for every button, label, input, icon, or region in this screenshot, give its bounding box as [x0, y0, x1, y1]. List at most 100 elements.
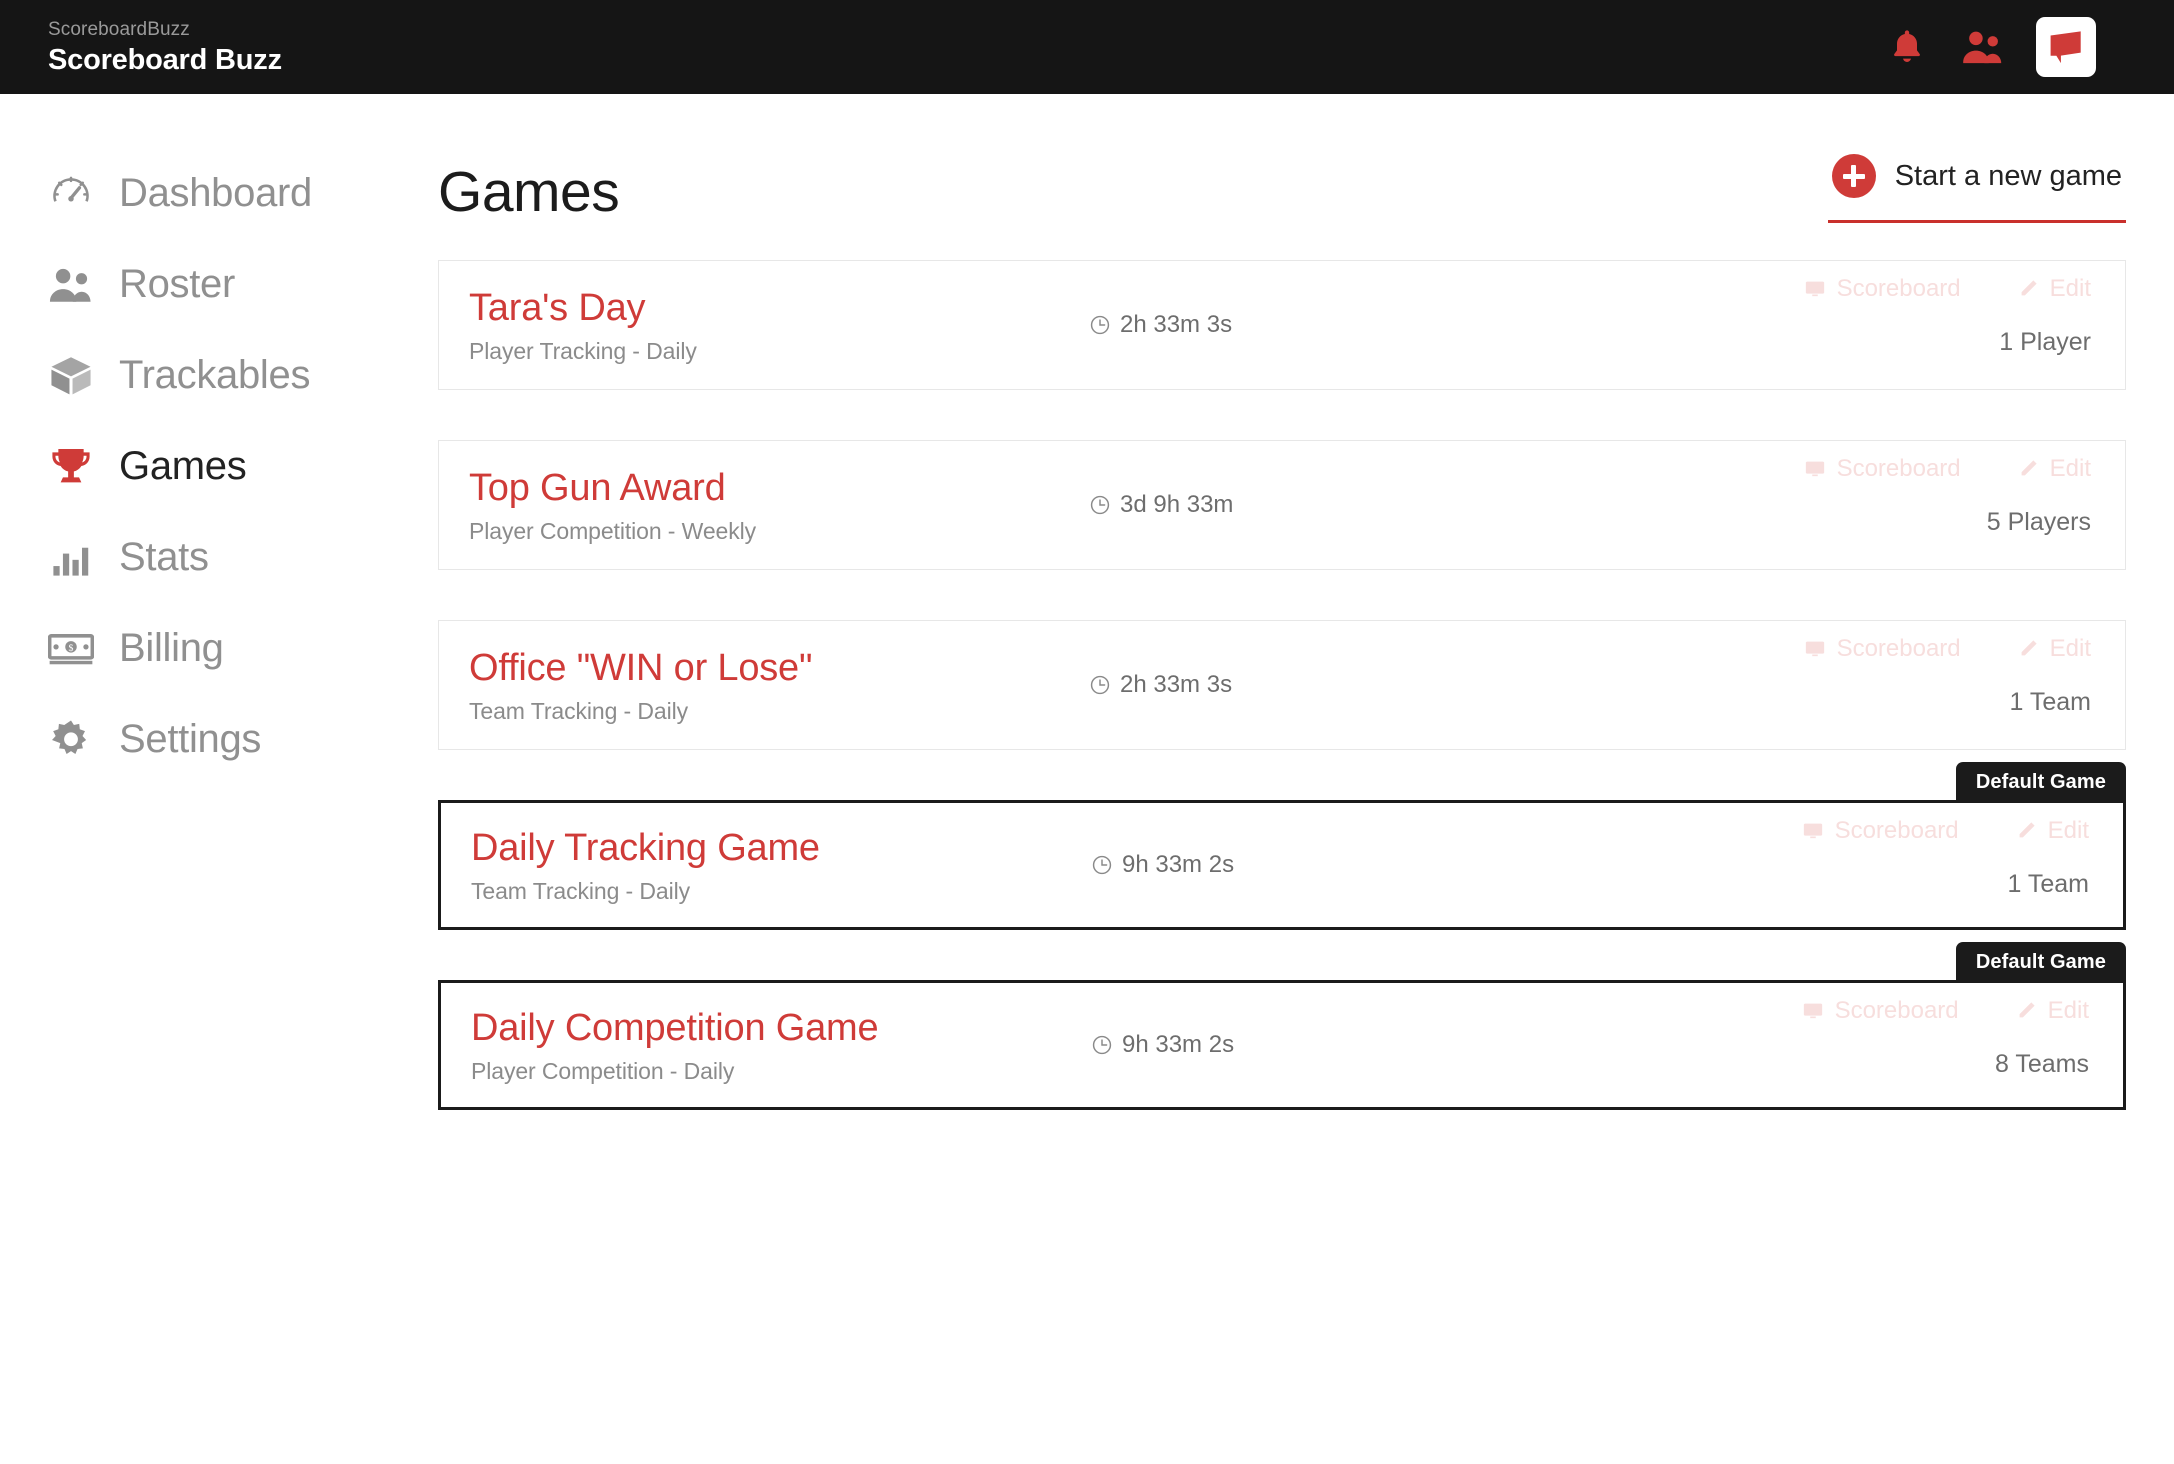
- pencil-icon: [2021, 640, 2037, 656]
- edit-button[interactable]: Edit: [2017, 455, 2091, 483]
- game-duration-text: 2h 33m 3s: [1120, 671, 1233, 698]
- top-bar: ScoreboardBuzz Scoreboard Buzz: [0, 0, 2174, 94]
- sidebar-item-billing[interactable]: $ Billing: [48, 603, 438, 694]
- game-subtitle: Player Tracking - Daily: [469, 337, 697, 364]
- game-name-link[interactable]: Tara's Day: [469, 285, 1089, 331]
- app-logo-icon[interactable]: [2036, 17, 2096, 77]
- game-name-link[interactable]: Top Gun Award: [469, 465, 1089, 511]
- game-duration: 2h 33m 3s: [1089, 261, 1419, 389]
- sidebar-item-label: Billing: [119, 626, 224, 670]
- bar-chart-icon: [48, 535, 94, 581]
- game-card-actions-area: Scoreboard Edit 1 Team: [1419, 621, 2091, 749]
- scoreboard-label: Scoreboard: [1834, 997, 1959, 1024]
- edit-button[interactable]: Edit: [2017, 275, 2091, 303]
- edit-label: Edit: [2049, 455, 2091, 482]
- game-participant-count: 1 Team: [2007, 870, 2089, 898]
- game-card-actions-area: Scoreboard Edit 8 Teams: [1421, 983, 2089, 1107]
- game-participant-count: 1 Player: [1999, 328, 2091, 356]
- edit-label: Edit: [2049, 275, 2091, 302]
- page-layout: Dashboard Roster Trackables Games Stats …: [0, 94, 2174, 1464]
- start-new-game-button[interactable]: Start a new game: [1827, 148, 2126, 223]
- game-name-link[interactable]: Office "WIN or Lose": [469, 645, 1089, 691]
- scoreboard-button[interactable]: Scoreboard: [1804, 635, 1961, 663]
- game-name-link[interactable]: Daily Tracking Game: [471, 825, 1091, 871]
- game-participant-count: 5 Players: [1986, 508, 2091, 536]
- scoreboard-label: Scoreboard: [1836, 635, 1961, 662]
- trophy-icon: [48, 444, 94, 490]
- games-list: Tara's Day Player Tracking - Daily 2h 33…: [438, 254, 2126, 1110]
- monitor-icon: [1805, 281, 1824, 297]
- brand-subtitle: ScoreboardBuzz: [48, 18, 190, 40]
- box-icon: [48, 353, 94, 399]
- bell-icon[interactable]: [1884, 24, 1930, 70]
- game-card[interactable]: Daily Competition Game Player Competitio…: [438, 980, 2126, 1110]
- sidebar-item-label: Stats: [119, 535, 209, 579]
- game-row-wrapper: Tara's Day Player Tracking - Daily 2h 33…: [438, 260, 2126, 390]
- game-card-info: Tara's Day Player Tracking - Daily: [469, 261, 1089, 389]
- game-card-actions: Scoreboard Edit: [1802, 993, 2089, 1029]
- edit-label: Edit: [2047, 997, 2089, 1024]
- edit-label: Edit: [2047, 817, 2089, 844]
- edit-label: Edit: [2049, 635, 2091, 662]
- game-card-actions: Scoreboard Edit: [1802, 813, 2089, 849]
- monitor-icon: [1805, 461, 1824, 477]
- sidebar-item-settings[interactable]: Settings: [48, 694, 438, 785]
- game-card-info: Office "WIN or Lose" Team Tracking - Dai…: [469, 621, 1089, 749]
- game-card-actions-area: Scoreboard Edit 1 Player: [1419, 261, 2091, 389]
- game-card-info: Daily Tracking Game Team Tracking - Dail…: [471, 803, 1091, 927]
- clock-icon: [1089, 674, 1111, 696]
- clock-icon: [1091, 1034, 1113, 1056]
- sidebar-item-label: Roster: [119, 262, 236, 306]
- sidebar-item-dashboard[interactable]: Dashboard: [48, 148, 438, 239]
- game-row-wrapper: Default Game Daily Tracking Game Team Tr…: [438, 762, 2126, 930]
- plus-icon: [1831, 154, 1876, 198]
- game-duration: 3d 9h 33m: [1089, 441, 1419, 569]
- game-subtitle: Player Competition - Weekly: [469, 517, 757, 544]
- topbar-actions: [1884, 17, 2096, 77]
- monitor-icon: [1803, 823, 1822, 839]
- scoreboard-label: Scoreboard: [1836, 455, 1961, 482]
- sidebar-item-roster[interactable]: Roster: [48, 239, 438, 330]
- pencil-icon: [2019, 822, 2035, 838]
- scoreboard-label: Scoreboard: [1834, 817, 1959, 844]
- scoreboard-button[interactable]: Scoreboard: [1802, 997, 1959, 1025]
- brand[interactable]: ScoreboardBuzz Scoreboard Buzz: [48, 20, 282, 75]
- edit-button[interactable]: Edit: [2015, 997, 2089, 1025]
- users-icon[interactable]: [1960, 24, 2006, 70]
- game-card[interactable]: Top Gun Award Player Competition - Weekl…: [438, 440, 2126, 570]
- game-duration-text: 9h 33m 2s: [1122, 851, 1235, 878]
- game-row-wrapper: Top Gun Award Player Competition - Weekl…: [438, 440, 2126, 570]
- game-participant-count: 1 Team: [2009, 688, 2091, 716]
- clock-icon: [1089, 494, 1111, 516]
- gear-icon: [48, 717, 94, 763]
- brand-title: Scoreboard Buzz: [48, 43, 282, 76]
- pencil-icon: [2019, 1002, 2035, 1018]
- game-name-link[interactable]: Daily Competition Game: [471, 1005, 1091, 1051]
- monitor-icon: [1803, 1003, 1822, 1019]
- clock-icon: [1091, 854, 1113, 876]
- scoreboard-button[interactable]: Scoreboard: [1804, 275, 1961, 303]
- sidebar-item-label: Dashboard: [119, 171, 312, 215]
- game-card-actions-area: Scoreboard Edit 1 Team: [1421, 803, 2089, 927]
- scoreboard-button[interactable]: Scoreboard: [1804, 455, 1961, 483]
- game-duration: 2h 33m 3s: [1089, 621, 1419, 749]
- game-row-wrapper: Office "WIN or Lose" Team Tracking - Dai…: [438, 620, 2126, 750]
- users-icon: [48, 262, 94, 308]
- page-title: Games: [438, 160, 620, 224]
- edit-button[interactable]: Edit: [2017, 635, 2091, 663]
- game-card[interactable]: Tara's Day Player Tracking - Daily 2h 33…: [438, 260, 2126, 390]
- game-card-info: Top Gun Award Player Competition - Weekl…: [469, 441, 1089, 569]
- default-game-badge: Default Game: [1955, 762, 2126, 802]
- sidebar-item-stats[interactable]: Stats: [48, 512, 438, 603]
- sidebar-item-trackables[interactable]: Trackables: [48, 330, 438, 421]
- game-row-wrapper: Default Game Daily Competition Game Play…: [438, 942, 2126, 1110]
- sidebar-item-games[interactable]: Games: [48, 421, 438, 512]
- scoreboard-button[interactable]: Scoreboard: [1802, 817, 1959, 845]
- edit-button[interactable]: Edit: [2015, 817, 2089, 845]
- pencil-icon: [2021, 280, 2037, 296]
- game-card[interactable]: Daily Tracking Game Team Tracking - Dail…: [438, 800, 2126, 930]
- game-duration-text: 2h 33m 3s: [1120, 311, 1233, 338]
- scoreboard-label: Scoreboard: [1836, 275, 1961, 302]
- svg-text:$: $: [69, 643, 74, 654]
- game-card[interactable]: Office "WIN or Lose" Team Tracking - Dai…: [438, 620, 2126, 750]
